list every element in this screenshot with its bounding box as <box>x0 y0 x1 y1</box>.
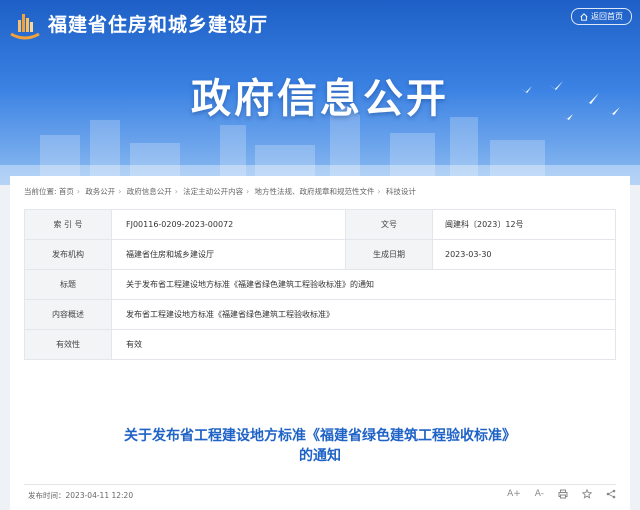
date-value: 2023-03-30 <box>432 239 616 270</box>
validity-label: 有效性 <box>24 329 112 360</box>
publish-time: 发布时间：2023-04-11 12:20 <box>28 490 133 501</box>
breadcrumb: 当前位置: 首页 › 政务公开 › 政府信息公开 › 法定主动公开内容 › 地方性法规、… <box>24 187 416 196</box>
home-button[interactable]: 返回首页 <box>571 8 632 25</box>
site-title[interactable]: 福建省住房和城乡建设厅 <box>48 10 268 37</box>
breadcrumb-tech-design[interactable]: 科技设计 <box>386 187 416 196</box>
article-title-line1: 关于发布省工程建设地方标准《福建省绿色建筑工程验收标准》 <box>124 428 516 444</box>
title-value: 关于发布省工程建设地方标准《福建省绿色建筑工程验收标准》的通知 <box>111 269 616 300</box>
date-label: 生成日期 <box>345 239 433 270</box>
breadcrumb-regulations[interactable]: 地方性法规、政府规章和规范性文件 <box>254 187 374 196</box>
article-title: 关于发布省工程建设地方标准《福建省绿色建筑工程验收标准》 的通知 <box>10 426 630 466</box>
table-row: 发布机构 福建省住房和城乡建设厅 生成日期 2023-03-30 <box>24 239 616 270</box>
metadata-table: 索 引 号 FJ00116-0209-2023-00072 文号 闽建科〔202… <box>24 209 616 360</box>
breadcrumb-statutory-content[interactable]: 法定主动公开内容 <box>183 187 243 196</box>
doc-no-label: 文号 <box>345 209 433 240</box>
article-title-line2: 的通知 <box>299 448 341 464</box>
birds-decoration <box>520 81 620 120</box>
font-increase-button[interactable]: A+ <box>507 489 521 499</box>
table-row: 索 引 号 FJ00116-0209-2023-00072 文号 闽建科〔202… <box>24 209 616 240</box>
publish-time-value: 2023-04-11 12:20 <box>65 491 134 500</box>
home-button-label: 返回首页 <box>591 12 623 21</box>
font-decrease-button[interactable]: A- <box>535 489 544 499</box>
title-label: 标题 <box>24 269 112 300</box>
favorite-button[interactable] <box>582 489 592 499</box>
index-value: FJ00116-0209-2023-00072 <box>111 209 346 240</box>
home-icon <box>580 12 588 21</box>
publish-bar: 发布时间：2023-04-11 12:20 A+ A- <box>24 484 616 503</box>
index-label: 索 引 号 <box>24 209 112 240</box>
breadcrumb-gov-affairs[interactable]: 政务公开 <box>85 187 115 196</box>
summary-value: 发布省工程建设地方标准《福建省绿色建筑工程验收标准》 <box>111 299 616 330</box>
breadcrumb-info-disclosure[interactable]: 政府信息公开 <box>127 187 172 196</box>
doc-no-value: 闽建科〔2023〕12号 <box>432 209 616 240</box>
table-row: 内容概述 发布省工程建设地方标准《福建省绿色建筑工程验收标准》 <box>24 299 616 330</box>
validity-value: 有效 <box>111 329 616 360</box>
table-row: 有效性 有效 <box>24 329 616 360</box>
print-button[interactable] <box>558 489 568 499</box>
article-tools: A+ A- <box>507 489 616 499</box>
print-icon <box>558 489 568 499</box>
breadcrumb-home[interactable]: 首页 <box>59 187 74 196</box>
content-panel: 当前位置: 首页 › 政务公开 › 政府信息公开 › 法定主动公开内容 › 地方性法规、… <box>10 176 630 510</box>
breadcrumb-label: 当前位置: <box>24 187 57 196</box>
share-button[interactable] <box>606 489 616 499</box>
table-row: 标题 关于发布省工程建设地方标准《福建省绿色建筑工程验收标准》的通知 <box>24 269 616 300</box>
share-icon <box>606 489 616 499</box>
header-banner: 福建省住房和城乡建设厅 返回首页 政府信息公开 <box>0 0 640 185</box>
issuer-value: 福建省住房和城乡建设厅 <box>111 239 346 270</box>
publish-time-label: 发布时间： <box>28 491 66 500</box>
logo-icon[interactable] <box>8 8 42 42</box>
star-icon <box>582 489 592 499</box>
summary-label: 内容概述 <box>24 299 112 330</box>
issuer-label: 发布机构 <box>24 239 112 270</box>
